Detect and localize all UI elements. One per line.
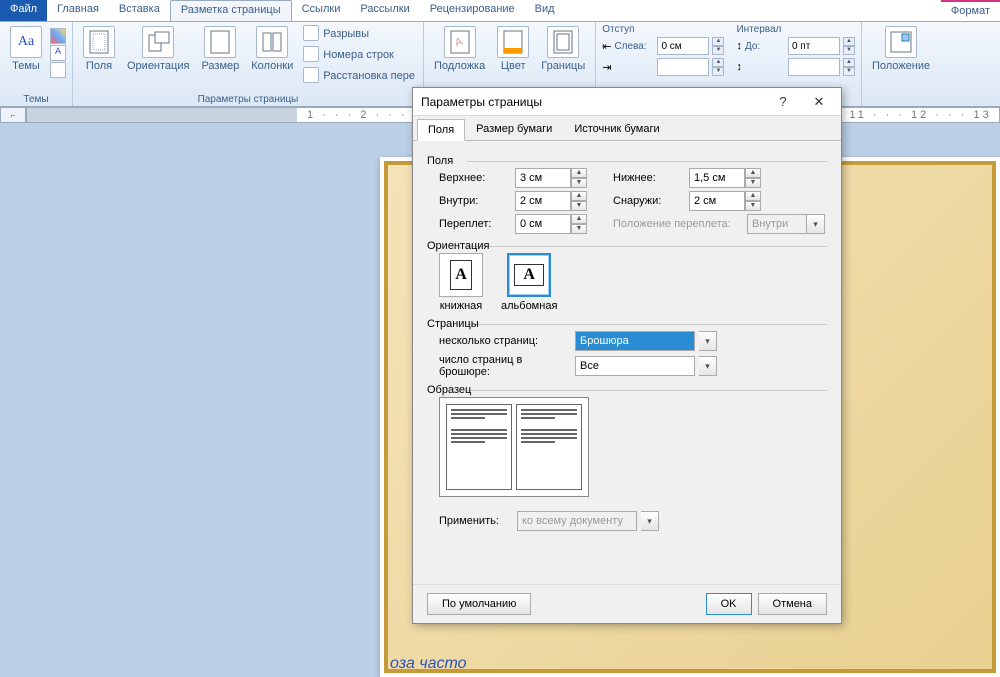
indent-left-input[interactable]: [657, 37, 709, 55]
tab-references[interactable]: Ссылки: [292, 0, 351, 21]
size-icon: [204, 26, 236, 58]
tab-format[interactable]: Формат: [941, 0, 1000, 21]
margins-icon: [83, 26, 115, 58]
breaks-icon: [303, 25, 319, 41]
hyphen-icon: [303, 67, 319, 83]
gutter-pos-select: [747, 214, 807, 234]
sheets-per-booklet-select[interactable]: [575, 356, 695, 376]
tab-view[interactable]: Вид: [525, 0, 565, 21]
page-setup-dialog: Параметры страницы ? ✕ Поля Размер бумаг…: [412, 87, 842, 624]
indent-right-input[interactable]: [657, 58, 709, 76]
dialog-footer: По умолчанию OK Отмена: [413, 584, 841, 623]
ruler-corner[interactable]: ⌐: [0, 107, 26, 123]
spacing-after-input[interactable]: [788, 58, 840, 76]
page-color-icon: [497, 26, 529, 58]
orientation-button[interactable]: Ориентация: [123, 24, 193, 93]
page-borders-icon: [547, 26, 579, 58]
columns-button[interactable]: Колонки: [247, 24, 297, 93]
size-button[interactable]: Размер: [197, 24, 243, 93]
spin-down[interactable]: ▼: [712, 46, 724, 55]
margin-top-input[interactable]: [515, 168, 571, 188]
default-button[interactable]: По умолчанию: [427, 593, 531, 615]
cancel-button[interactable]: Отмена: [758, 593, 827, 615]
spin-up[interactable]: ▲: [712, 37, 724, 46]
dialog-title: Параметры страницы: [421, 95, 765, 109]
theme-effects-icon[interactable]: [50, 62, 66, 78]
margin-inside-input[interactable]: [515, 191, 571, 211]
tab-review[interactable]: Рецензирование: [420, 0, 525, 21]
theme-colors-icon[interactable]: [50, 28, 66, 44]
ok-button[interactable]: OK: [706, 593, 752, 615]
ribbon-group-page-setup: Поля Ориентация Размер Колонки Разрывы Н…: [73, 22, 424, 106]
tab-file[interactable]: Файл: [0, 0, 47, 21]
tab-page-layout[interactable]: Разметка страницы: [170, 0, 292, 21]
spacing-before-icon: ↕: [736, 40, 742, 52]
close-button[interactable]: ✕: [801, 91, 837, 113]
tab-paper[interactable]: Размер бумаги: [465, 118, 563, 140]
group-label-page-setup: Параметры страницы: [79, 93, 417, 106]
tab-insert[interactable]: Вставка: [109, 0, 170, 21]
tab-home[interactable]: Главная: [47, 0, 109, 21]
spacing-before-input[interactable]: [788, 37, 840, 55]
apply-to-select[interactable]: [517, 511, 637, 531]
watermark-icon: A: [444, 26, 476, 58]
indent-right-icon: ⇥: [602, 61, 611, 74]
margins-button[interactable]: Поля: [79, 24, 119, 93]
document-caption: оза часто: [390, 655, 467, 673]
margin-bottom-input[interactable]: [689, 168, 745, 188]
position-icon: [885, 26, 917, 58]
page-color-button[interactable]: Цвет: [493, 24, 533, 93]
orientation-icon: [142, 26, 174, 58]
gutter-input[interactable]: [515, 214, 571, 234]
columns-icon: [256, 26, 288, 58]
watermark-button[interactable]: AПодложка: [430, 24, 489, 93]
spacing-after-icon: ↕: [736, 61, 742, 73]
position-button[interactable]: Положение: [868, 24, 934, 93]
hyphenation-button[interactable]: Расстановка пере: [301, 66, 417, 86]
line-numbers-button[interactable]: Номера строк: [301, 45, 417, 65]
group-label-themes: Темы: [6, 93, 66, 106]
tab-source[interactable]: Источник бумаги: [563, 118, 670, 140]
orientation-landscape[interactable]: A альбомная: [501, 253, 557, 312]
dialog-tabs: Поля Размер бумаги Источник бумаги: [413, 116, 841, 141]
tab-margins[interactable]: Поля: [417, 119, 465, 141]
theme-fonts-icon[interactable]: A: [50, 45, 66, 61]
tab-mailings[interactable]: Рассылки: [350, 0, 419, 21]
dialog-body: Поля Верхнее: ▲▼ Нижнее: ▲▼ Внутри: ▲▼ С…: [413, 141, 841, 584]
dialog-titlebar: Параметры страницы ? ✕: [413, 88, 841, 116]
themes-button[interactable]: Aa Темы: [6, 24, 46, 93]
margin-outside-input[interactable]: [689, 191, 745, 211]
main-tabbar: Файл Главная Вставка Разметка страницы С…: [0, 0, 1000, 22]
themes-icon: Aa: [10, 26, 42, 58]
orientation-portrait[interactable]: A книжная: [439, 253, 483, 312]
preview-pane: [439, 397, 589, 497]
dropdown-icon[interactable]: ▾: [699, 331, 717, 351]
ribbon-group-arrange: Положение: [862, 22, 940, 106]
indent-left-icon: ⇤: [602, 40, 611, 53]
ribbon-group-themes: Aa Темы A Темы: [0, 22, 73, 106]
indent-title: Отступ: [602, 24, 724, 35]
themes-label: Темы: [12, 60, 40, 72]
line-numbers-icon: [303, 46, 319, 62]
help-button[interactable]: ?: [765, 91, 801, 113]
page-borders-button[interactable]: Границы: [537, 24, 589, 93]
breaks-button[interactable]: Разрывы: [301, 24, 417, 44]
spacing-title: Интервал: [736, 24, 855, 35]
multiple-pages-select[interactable]: [575, 331, 695, 351]
